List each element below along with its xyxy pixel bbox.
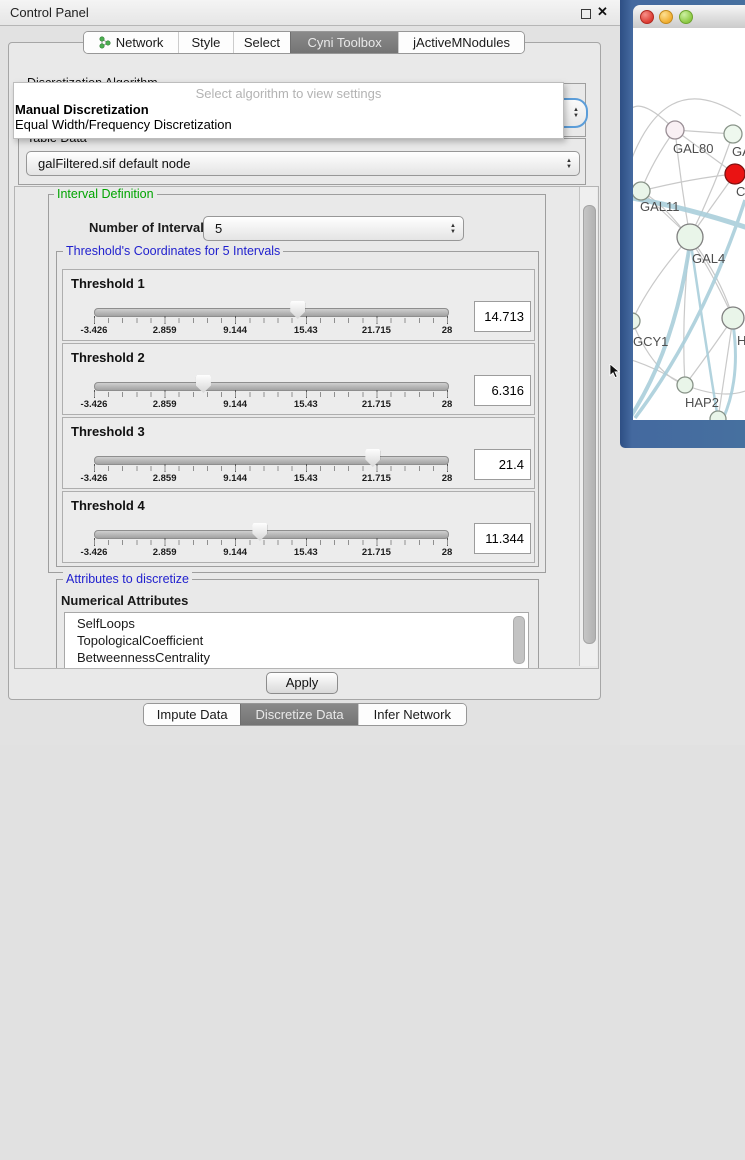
- close-icon[interactable]: ✕: [597, 4, 608, 20]
- node-red-selected[interactable]: [725, 164, 745, 184]
- node-bottom[interactable]: [710, 411, 726, 420]
- popup-option-manual[interactable]: Manual Discretization: [15, 102, 149, 117]
- thresholds-groupbox: [56, 251, 539, 567]
- panel-scrollbar-thumb[interactable]: [583, 205, 596, 644]
- network-graph: GAL80 GA C GAL11 GAL4 GCY1 H HAP2: [633, 28, 745, 420]
- tab-impute-label: Impute Data: [157, 707, 228, 722]
- tab-infer-network[interactable]: Infer Network: [358, 704, 466, 725]
- network-nodes[interactable]: [633, 121, 745, 420]
- control-panel-titlebar: Control Panel ✕: [0, 0, 620, 26]
- label-c-partial: C: [736, 184, 745, 199]
- toolbox-tabbar: Network Style Select Cyni Toolbox jActiv…: [83, 31, 525, 54]
- tab-jactivemnodules[interactable]: jActiveMNodules: [398, 32, 524, 53]
- tab-impute-data[interactable]: Impute Data: [144, 704, 240, 725]
- attributes-group-title: Attributes to discretize: [63, 572, 192, 586]
- app-root: { "colors": { "focus_ring_blue": "#5b9dd…: [0, 0, 745, 745]
- label-gal11: GAL11: [640, 199, 680, 214]
- node-gal11[interactable]: [633, 182, 650, 200]
- popup-hint: Select algorithm to view settings: [14, 86, 563, 101]
- tab-discretize-data[interactable]: Discretize Data: [240, 704, 357, 725]
- tab-infer-label: Infer Network: [374, 707, 451, 722]
- mouse-cursor: [609, 364, 620, 379]
- popup-option-equal-width[interactable]: Equal Width/Frequency Discretization: [15, 117, 232, 132]
- tab-select[interactable]: Select: [233, 32, 290, 53]
- network-canvas[interactable]: GAL80 GA C GAL11 GAL4 GCY1 H HAP2: [633, 28, 745, 420]
- tab-discretize-label: Discretize Data: [255, 707, 343, 722]
- combo-arrows-icon: ▲▼: [573, 100, 579, 126]
- zoom-traffic-light[interactable]: [679, 10, 693, 24]
- label-hap2: HAP2: [685, 395, 719, 410]
- table-data-value: galFiltered.sif default node: [38, 152, 190, 175]
- node-gal4[interactable]: [677, 224, 703, 250]
- table-panel: Table Panel ⚙ ☑☑ shared... na YDL19...YD…: [620, 448, 745, 745]
- node-gcy1[interactable]: [633, 313, 640, 329]
- settings-viewport: Interval Definition Number of Intervals …: [14, 186, 599, 669]
- thresholds-group-title: Threshold's Coordinates for 5 Intervals: [63, 244, 283, 258]
- label-gal4: GAL4: [692, 251, 725, 266]
- control-panel: Control Panel ✕ Network Style Select Cyn…: [0, 0, 620, 745]
- table-data-combobox[interactable]: galFiltered.sif default node ▲▼: [26, 151, 580, 176]
- node-top-right[interactable]: [724, 125, 742, 143]
- label-gcy1: GCY1: [633, 334, 668, 349]
- close-traffic-light[interactable]: [640, 10, 654, 24]
- network-window: GAL80 GA C GAL11 GAL4 GCY1 H HAP2: [620, 0, 745, 448]
- node-hap2[interactable]: [677, 377, 693, 393]
- float-window-icon[interactable]: [581, 9, 591, 19]
- tab-style[interactable]: Style: [178, 32, 233, 53]
- tab-network-label: Network: [116, 35, 164, 50]
- tab-select-label: Select: [244, 35, 280, 50]
- tab-cyni-label: Cyni Toolbox: [308, 35, 382, 50]
- label-h-partial: H: [737, 333, 745, 348]
- combo-arrows-icon: ▲▼: [566, 152, 572, 175]
- tab-jactive-label: jActiveMNodules: [413, 35, 510, 50]
- network-icon: [99, 36, 111, 49]
- attributes-groupbox: [56, 579, 539, 669]
- node-gal80[interactable]: [666, 121, 684, 139]
- minimize-traffic-light[interactable]: [659, 10, 673, 24]
- tab-cyni-toolbox[interactable]: Cyni Toolbox: [290, 32, 398, 53]
- tab-network[interactable]: Network: [84, 32, 178, 53]
- label-gal80: GAL80: [673, 141, 713, 156]
- interval-group-title: Interval Definition: [54, 187, 157, 201]
- apply-button[interactable]: Apply: [266, 672, 338, 694]
- panel-scrollbar[interactable]: [579, 187, 597, 666]
- panel-title: Control Panel: [10, 5, 89, 20]
- label-ga-partial: GA: [732, 144, 745, 159]
- network-window-titlebar: [633, 5, 745, 29]
- algorithm-dropdown-popup: Select algorithm to view settings Manual…: [13, 82, 564, 139]
- node-h[interactable]: [722, 307, 744, 329]
- cyni-bottom-tabbar: Impute Data Discretize Data Infer Networ…: [143, 703, 467, 726]
- tab-style-label: Style: [191, 35, 220, 50]
